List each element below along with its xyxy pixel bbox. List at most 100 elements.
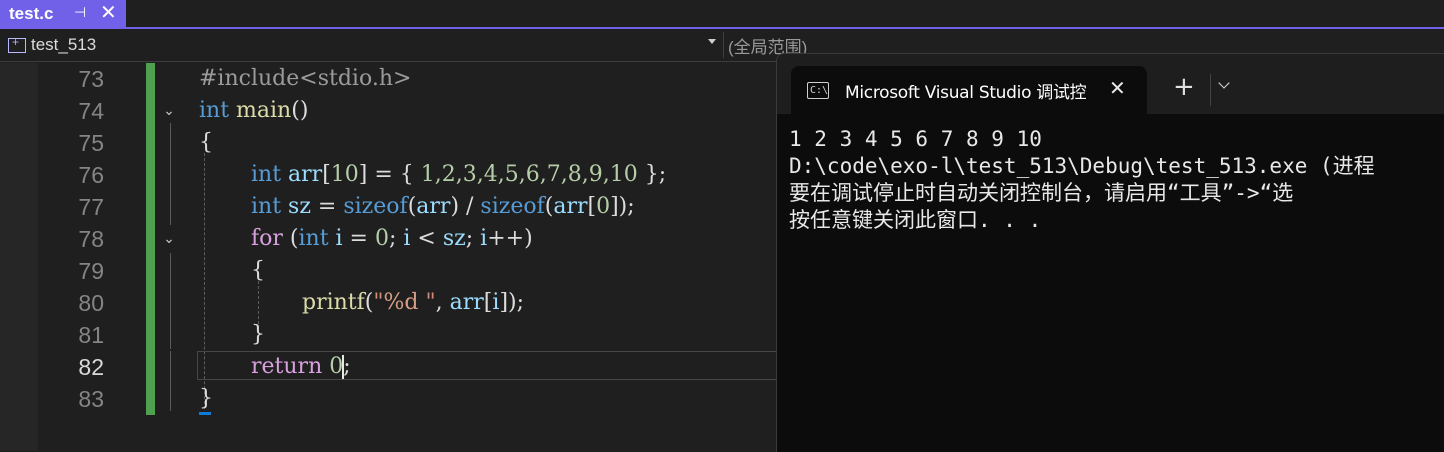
tab-title: test.c xyxy=(9,3,54,23)
fold-line xyxy=(170,351,171,411)
divider xyxy=(723,32,724,58)
fold-line xyxy=(170,123,171,225)
function-name: printf xyxy=(302,290,365,315)
number: 0 xyxy=(374,226,389,251)
code-line-80: printf("%d ", arr[i]); xyxy=(302,287,524,319)
identifier: i xyxy=(328,226,343,251)
punct: ++) xyxy=(487,226,533,251)
debug-console-window[interactable]: C:\ Microsoft Visual Studio 调试控 ✕ + 1 2 … xyxy=(776,53,1444,452)
punct: ]); xyxy=(499,290,525,315)
line-number: 75 xyxy=(78,130,104,156)
preprocessor: #include xyxy=(199,66,300,91)
terminal-title: Microsoft Visual Studio 调试控 xyxy=(845,82,1087,103)
number-list: 1,2,3,4,5,6,7,8,9,10 xyxy=(420,162,638,187)
keyword: int xyxy=(251,162,282,187)
string: " xyxy=(373,290,384,315)
punct: = xyxy=(342,226,375,251)
line-number: 83 xyxy=(78,386,104,412)
pin-icon[interactable]: ⊣ xyxy=(74,4,86,21)
code-line-82: return 0; xyxy=(251,351,351,383)
line-number: 73 xyxy=(78,66,104,92)
terminal-tab-bar: C:\ Microsoft Visual Studio 调试控 ✕ + xyxy=(777,54,1444,114)
code-line-81: } xyxy=(251,319,265,351)
code-line-74: int main() xyxy=(199,95,308,127)
close-icon[interactable]: ✕ xyxy=(100,1,117,25)
punct: ; xyxy=(388,226,404,251)
brace: } xyxy=(199,386,213,411)
punct: [ xyxy=(322,162,331,187)
line-number: 80 xyxy=(78,290,104,316)
chevron-down-icon[interactable] xyxy=(708,39,716,44)
code-line-78: for (int i = 0; i < sz; i++) xyxy=(251,223,533,255)
punct: = xyxy=(310,194,344,219)
line-number: 76 xyxy=(78,162,104,188)
console-line: D:\code\exo-l\test_513\Debug\test_513.ex… xyxy=(789,154,1375,178)
change-tracking-bar xyxy=(146,63,155,415)
brace-match-highlight xyxy=(199,412,211,415)
keyword: for xyxy=(251,226,283,251)
console-icon: C:\ xyxy=(807,81,829,99)
chevron-down-icon[interactable] xyxy=(1219,82,1230,93)
identifier: arr xyxy=(553,194,588,219)
code-line-79: { xyxy=(251,255,265,287)
fold-chevron-icon[interactable]: ⌄ xyxy=(160,101,178,119)
identifier: arr xyxy=(288,162,323,187)
number: 0 xyxy=(596,194,611,219)
punct: ] = { xyxy=(358,162,421,187)
project-name: test_513 xyxy=(31,35,97,54)
text-caret xyxy=(342,355,344,379)
divider xyxy=(1210,74,1211,106)
keyword: int xyxy=(251,194,282,219)
brace: } xyxy=(251,322,265,347)
line-number-current: 82 xyxy=(78,354,104,380)
document-tab-strip: test.c ⊣ ✕ xyxy=(0,0,1444,29)
keyword: int xyxy=(298,226,329,251)
console-line: 按任意键关闭此窗口. . . xyxy=(789,208,1042,232)
console-line: 1 2 3 4 5 6 7 8 9 10 xyxy=(789,127,1042,151)
code-line-77: int sz = sizeof(arr) / sizeof(arr[0]); xyxy=(251,191,635,223)
editor-margin xyxy=(0,63,38,451)
code-line-76: int arr[10] = { 1,2,3,4,5,6,7,8,9,10 }; xyxy=(251,159,666,191)
keyword: return xyxy=(251,354,323,379)
keyword: sizeof xyxy=(480,194,545,219)
console-output[interactable]: 1 2 3 4 5 6 7 8 9 10 D:\code\exo-l\test_… xyxy=(789,126,1444,234)
keyword: int xyxy=(199,98,230,123)
punct: ]); xyxy=(610,194,635,219)
keyword: sizeof xyxy=(343,194,408,219)
brace: { xyxy=(251,258,265,283)
function-name: main xyxy=(236,98,292,123)
code-line-75: { xyxy=(199,127,213,159)
line-number: 74 xyxy=(78,98,104,124)
punct: ; xyxy=(465,226,481,251)
project-icon xyxy=(8,35,26,53)
punct: ; xyxy=(343,354,351,379)
fold-chevron-icon[interactable]: ⌄ xyxy=(160,229,178,247)
line-number: 78 xyxy=(78,226,104,252)
console-line: 要在调试停止时自动关闭控制台，请启用“工具”->“选 xyxy=(789,181,1294,205)
punct: , xyxy=(435,290,450,315)
identifier: arr xyxy=(449,290,484,315)
project-dropdown[interactable]: test_513 xyxy=(4,32,720,58)
include-path: <stdio.h> xyxy=(299,66,412,91)
identifier: sz xyxy=(288,194,311,219)
string: " xyxy=(418,290,436,315)
tab-test-c[interactable]: test.c ⊣ ✕ xyxy=(0,0,126,27)
line-number: 81 xyxy=(78,322,104,348)
punct: < xyxy=(410,226,443,251)
identifier: arr xyxy=(416,194,451,219)
punct: () xyxy=(291,98,309,123)
code-line-83: } xyxy=(199,383,213,415)
code-line-73: #include<stdio.h> xyxy=(199,63,411,95)
punct: }; xyxy=(637,162,667,187)
punct: ( xyxy=(407,194,417,219)
punct: ( xyxy=(282,226,299,251)
punct: ) / xyxy=(450,194,481,219)
terminal-tab[interactable]: C:\ Microsoft Visual Studio 调试控 ✕ xyxy=(791,66,1147,114)
identifier: sz xyxy=(442,226,466,251)
new-tab-button[interactable]: + xyxy=(1173,74,1195,100)
close-icon[interactable]: ✕ xyxy=(1109,79,1126,99)
code-editor[interactable]: 73 74 75 76 77 78 79 80 81 82 83 ⌄ ⌄ #in… xyxy=(0,63,777,451)
punct: [ xyxy=(587,194,597,219)
line-number: 77 xyxy=(78,194,104,220)
fold-line xyxy=(170,253,171,349)
